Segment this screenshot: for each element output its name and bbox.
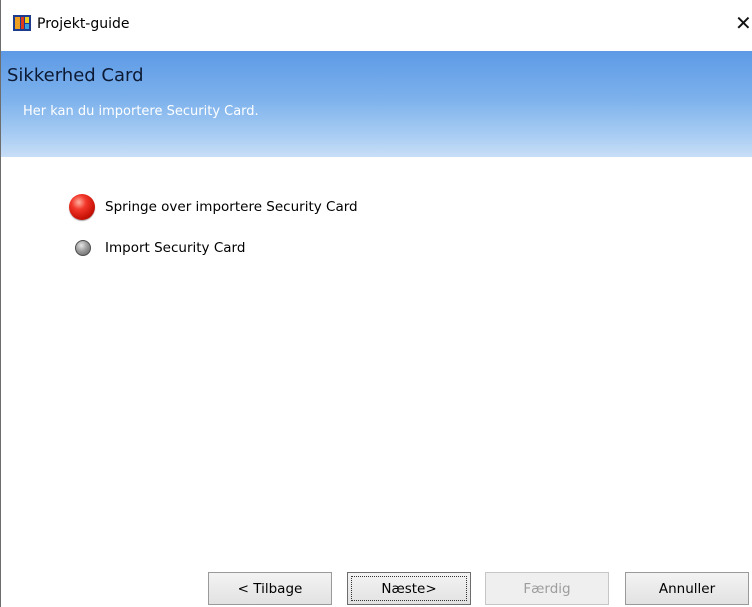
option-import-card[interactable]: Import Security Card — [75, 240, 245, 256]
radio-unselected-icon[interactable] — [75, 240, 91, 256]
option-skip-import[interactable]: Springe over importere Security Card — [69, 194, 358, 220]
next-button[interactable]: Næste> — [347, 572, 471, 605]
app-icon — [13, 15, 31, 31]
close-icon[interactable]: ✕ — [735, 11, 752, 35]
wizard-window: Projekt-guide ✕ Sikkerhed Card Her kan d… — [0, 0, 752, 607]
window-title: Projekt-guide — [37, 16, 130, 32]
cancel-button[interactable]: Annuller — [625, 572, 749, 605]
page-subtitle: Her kan du importere Security Card. — [23, 104, 259, 119]
option-label: Springe over importere Security Card — [105, 199, 358, 215]
back-button[interactable]: < Tilbage — [208, 572, 332, 605]
title-bar: Projekt-guide ✕ — [1, 0, 752, 51]
finish-button: Færdig — [485, 572, 609, 605]
option-label: Import Security Card — [105, 240, 246, 256]
page-title: Sikkerhed Card — [7, 65, 144, 86]
radio-selected-icon[interactable] — [69, 194, 95, 220]
header-banner: Sikkerhed Card Her kan du importere Secu… — [1, 51, 752, 157]
